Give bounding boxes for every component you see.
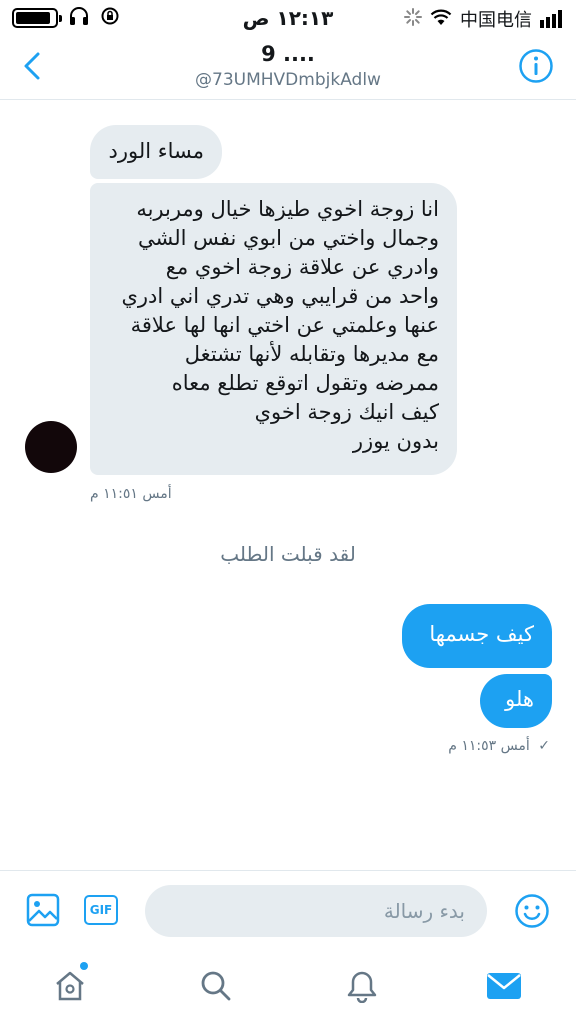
message-line: عنها وعلمتي عن اختي انها لها علاقة — [130, 313, 439, 337]
status-bar: ١٢:١٣ ص 中国电信 — [0, 0, 576, 36]
info-icon — [519, 49, 553, 83]
status-right-icons: 中国电信 — [404, 6, 562, 32]
incoming-message[interactable]: مساء الورد — [90, 125, 222, 179]
message-timestamp: أمس ١١:٥١ م — [90, 486, 172, 502]
conversation-handle: @73UMHVDmbjkAdlw — [195, 70, 381, 90]
request-accepted-notice: لقد قبلت الطلب — [220, 542, 356, 566]
envelope-icon — [487, 973, 521, 999]
sender-avatar[interactable] — [25, 421, 77, 473]
message-line: واحد من قرايبي وهي تدري اني ادري — [121, 284, 439, 308]
tab-home[interactable] — [50, 966, 90, 1006]
message-timestamp: ✓ أمس ١١:٥٣ م — [448, 738, 550, 754]
wifi-icon — [430, 8, 452, 31]
message-line: ممرضه وتقول اتوقع تطلع معاه — [171, 371, 439, 395]
info-button[interactable] — [518, 48, 554, 84]
conversation-header: 9 .... @73UMHVDmbjkAdlw — [0, 36, 576, 100]
emoji-button[interactable] — [514, 893, 550, 929]
image-icon — [26, 893, 60, 927]
message-line: وجمال واختي من ابوي نفس الشي — [137, 226, 439, 250]
add-photo-button[interactable] — [26, 893, 60, 927]
carrier-name: 中国电信 — [460, 10, 532, 31]
message-input[interactable] — [145, 885, 487, 937]
sent-check-icon: ✓ — [538, 738, 550, 754]
message-line: بدون يوزر — [352, 429, 439, 453]
outgoing-message[interactable]: كيف جسمها — [402, 604, 552, 668]
home-icon — [56, 971, 84, 1001]
gif-button[interactable]: GIF — [84, 895, 118, 925]
tab-bar — [0, 950, 576, 1024]
activity-spinner-icon — [404, 7, 422, 31]
tab-messages[interactable] — [484, 966, 524, 1006]
message-composer: GIF — [0, 870, 576, 950]
timestamp-text: أمس ١١:٥٣ م — [448, 738, 530, 754]
tab-notifications[interactable] — [342, 966, 382, 1006]
search-icon — [201, 971, 231, 1001]
incoming-message[interactable]: انا زوجة اخوي طيزها خيال ومربربه وجمال و… — [90, 183, 457, 475]
message-line: كيف انيك زوجة اخوي — [254, 400, 439, 424]
tab-search[interactable] — [196, 966, 236, 1006]
smiley-icon — [515, 894, 549, 928]
message-line: وادري عن علاقة زوجة اخوي مع — [165, 255, 439, 279]
bell-icon — [347, 971, 377, 1003]
message-line: انا زوجة اخوي طيزها خيال ومربربه — [136, 197, 439, 221]
conversation-title: 9 .... — [261, 42, 315, 66]
home-notification-dot — [80, 962, 88, 970]
outgoing-message[interactable]: هلو — [480, 674, 552, 728]
message-line: مع مديرها وتقابله لأنها تشتغل — [184, 342, 439, 366]
signal-strength-icon — [540, 10, 562, 28]
